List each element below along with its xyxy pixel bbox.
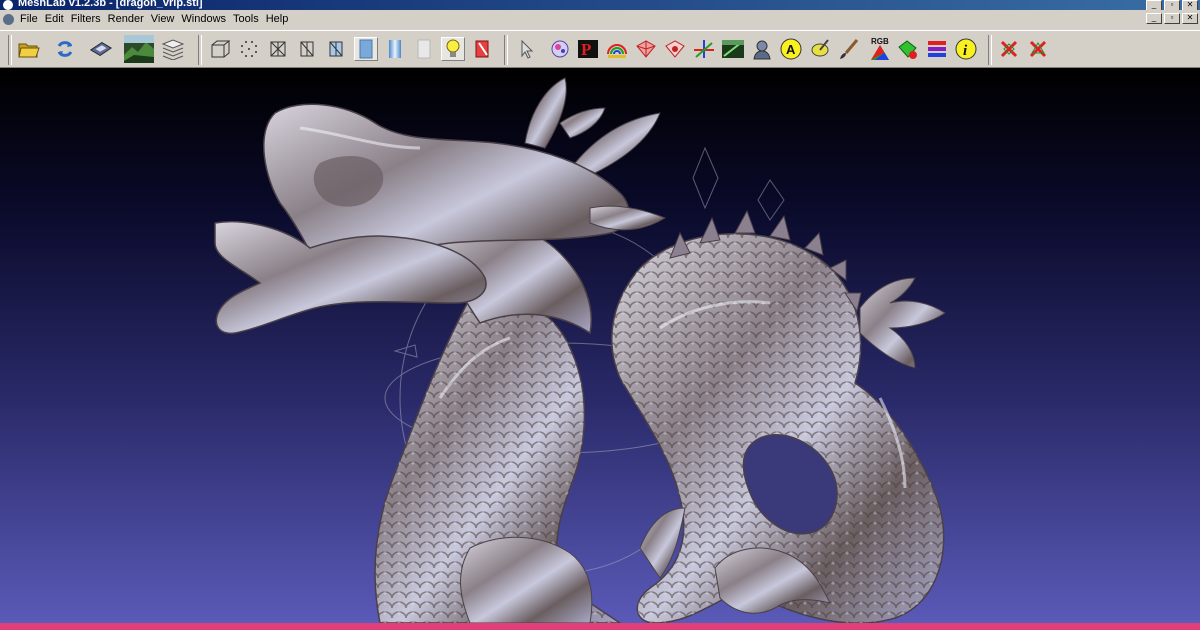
- menu-help[interactable]: Help: [266, 13, 296, 25]
- vertex-paint-button[interactable]: [837, 37, 861, 61]
- menu-windows[interactable]: Windows: [181, 13, 233, 25]
- landscape-snapshot-icon: [124, 35, 154, 63]
- toolbar-separator: [8, 35, 12, 65]
- smooth-shading-icon: [389, 40, 401, 58]
- green-ruler-icon: [722, 40, 744, 58]
- annotation-button[interactable]: A: [779, 37, 803, 61]
- layers-button[interactable]: [161, 37, 185, 61]
- hidden-lines-button[interactable]: [295, 37, 319, 61]
- lighting-button[interactable]: [441, 37, 465, 61]
- mesh-info-button[interactable]: [548, 37, 572, 61]
- save-disk-icon: [89, 41, 113, 57]
- points-button[interactable]: [237, 37, 261, 61]
- info-button[interactable]: i: [954, 37, 978, 61]
- window-minimize-button[interactable]: _: [1146, 0, 1162, 10]
- title-bar: MeshLab v1.2.3b - [dragon_vrip.stl] _ ▫ …: [0, 0, 1200, 10]
- menu-tools[interactable]: Tools: [233, 13, 266, 25]
- menu-file[interactable]: File: [20, 13, 45, 25]
- point-picking-button[interactable]: [808, 37, 832, 61]
- texture-button[interactable]: [412, 37, 436, 61]
- flat-shading-button[interactable]: [354, 37, 378, 61]
- open-button[interactable]: [17, 37, 41, 61]
- snapshot-button[interactable]: [124, 35, 154, 63]
- menu-filters[interactable]: Filters: [71, 13, 108, 25]
- 3d-viewport[interactable]: [0, 68, 1200, 623]
- measure-button[interactable]: [721, 37, 745, 61]
- double-side-lighting-button[interactable]: [470, 37, 494, 61]
- paint-tool-button[interactable]: P: [576, 37, 600, 61]
- select-faces-button[interactable]: [634, 37, 658, 61]
- delete-vertices-button[interactable]: [1026, 37, 1050, 61]
- toolbar-separator: [988, 35, 992, 65]
- delete-faces-button[interactable]: [997, 37, 1021, 61]
- save-button[interactable]: [89, 37, 113, 61]
- z-painting-button[interactable]: [605, 37, 629, 61]
- hidden-lines-icon: [300, 41, 314, 57]
- menu-edit[interactable]: Edit: [45, 13, 71, 25]
- texture-icon: [417, 39, 431, 59]
- window-close-button[interactable]: ✕: [1182, 0, 1198, 10]
- document-minimize-button[interactable]: _: [1146, 13, 1162, 24]
- bust-align-icon: [753, 40, 771, 60]
- reload-icon: [57, 41, 73, 57]
- status-strip: [0, 623, 1200, 630]
- texture-paint-button[interactable]: [896, 37, 920, 61]
- green-s-icon: [898, 40, 917, 59]
- red-x-vertices-icon: [1029, 40, 1047, 58]
- rgb-triangle-icon: RGB: [871, 37, 889, 60]
- flat-lines-icon: [329, 41, 343, 57]
- dragon-mesh-render: [214, 77, 946, 623]
- meshlab-app-icon[interactable]: [3, 0, 13, 10]
- main-toolbar: P A RGB i: [0, 30, 1200, 68]
- rgb-label: RGB: [871, 37, 889, 46]
- dragon-model: [214, 77, 946, 623]
- paint-p-icon: P: [578, 40, 598, 59]
- bounding-box-button[interactable]: [208, 37, 232, 61]
- menu-view[interactable]: View: [151, 13, 182, 25]
- rainbow-brush-icon: [607, 44, 627, 58]
- axes-icon: [694, 40, 714, 58]
- flat-shading-icon: [359, 39, 373, 59]
- document-menu-icon[interactable]: [3, 14, 14, 25]
- double-side-icon: [475, 40, 489, 58]
- red-x-icon: [1000, 40, 1018, 58]
- flat-lines-button[interactable]: [324, 37, 348, 61]
- arrow-cursor-icon: [521, 39, 534, 59]
- annotation-glyph: A: [786, 42, 796, 57]
- menu-render[interactable]: Render: [108, 13, 151, 25]
- stacked-bars-icon: [928, 41, 946, 57]
- yellow-a-icon: A: [780, 38, 802, 60]
- red-mesh-select-icon: [636, 40, 656, 58]
- select-vertices-button[interactable]: [663, 37, 687, 61]
- colorful-sphere-icon: [551, 40, 569, 58]
- folder-open-icon: [18, 43, 40, 58]
- quality-mapper-button[interactable]: [925, 37, 949, 61]
- align-button[interactable]: [750, 37, 774, 61]
- info-icon: i: [955, 38, 977, 60]
- document-restore-button[interactable]: ▫: [1164, 13, 1180, 24]
- point-cloud-icon: [241, 41, 257, 57]
- light-bulb-icon: [446, 39, 460, 57]
- manipulators-button[interactable]: [692, 37, 716, 61]
- paint-brush-icon: [840, 39, 859, 59]
- bbox-cube-icon: [211, 40, 231, 58]
- rgb-color-button[interactable]: RGB: [866, 37, 894, 61]
- layers-icon: [161, 39, 185, 60]
- wireframe-button[interactable]: [266, 37, 290, 61]
- menu-bar: File Edit Filters Render View Windows To…: [0, 10, 1200, 30]
- reload-button[interactable]: [53, 37, 77, 61]
- window-title: MeshLab v1.2.3b - [dragon_vrip.stl]: [18, 0, 203, 9]
- red-vertex-select-icon: [665, 40, 685, 58]
- window-restore-button[interactable]: ▫: [1164, 0, 1180, 10]
- select-tool-button[interactable]: [514, 37, 538, 61]
- yellow-cylinder-icon: [811, 39, 829, 57]
- smooth-shading-button[interactable]: [383, 37, 407, 61]
- wireframe-icon: [270, 41, 286, 57]
- svg-text:P: P: [581, 40, 591, 59]
- toolbar-separator: [504, 35, 508, 65]
- toolbar-separator: [198, 35, 202, 65]
- document-close-button[interactable]: ✕: [1182, 13, 1198, 24]
